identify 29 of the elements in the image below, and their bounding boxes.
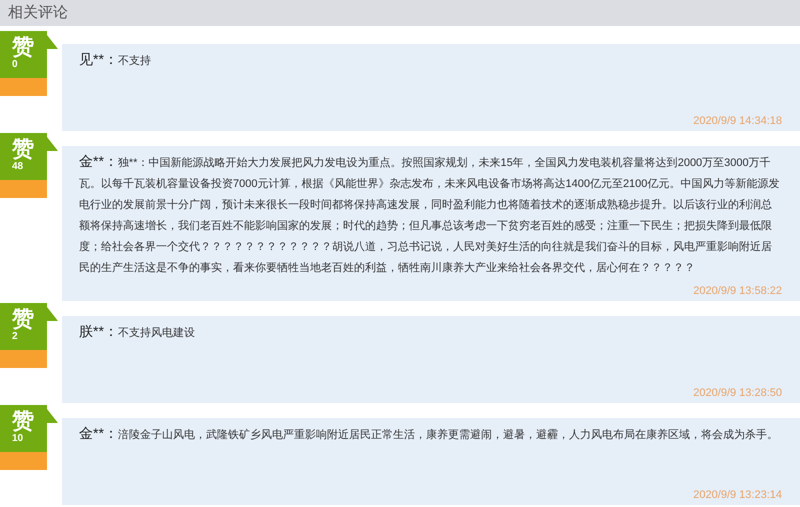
like-label: 赞 xyxy=(12,307,35,331)
comment-time: 2020/9/9 13:58:22 xyxy=(693,284,782,299)
comment-time: 2020/9/9 13:28:50 xyxy=(693,386,782,401)
section-title: 相关评论 xyxy=(8,2,68,23)
comment-text: 朕**：不支持风电建设 xyxy=(79,322,196,341)
badge-strip xyxy=(0,350,47,368)
like-badge[interactable]: 赞 0 xyxy=(0,31,47,78)
like-badge[interactable]: 赞 10 xyxy=(0,405,47,452)
like-label: 赞 xyxy=(12,137,35,161)
comment-time: 2020/9/9 14:34:18 xyxy=(693,114,782,129)
badge-strip xyxy=(0,180,47,198)
badge-strip xyxy=(0,452,47,470)
like-label: 赞 xyxy=(12,35,35,59)
badge-tail-icon xyxy=(47,35,58,49)
like-count: 48 xyxy=(12,161,24,173)
like-label: 赞 xyxy=(12,409,35,433)
badge-strip xyxy=(0,78,47,96)
comment-text: 金**：独**：中国新能源战略开始大力发展把风力发电设为重点。按照国家规划，未来15年，全国风力发电装机容量将达到2000万至3000万千瓦。以每千瓦装机容量设备投资7000元计算，根据《风能世界》杂志发布，未来风电设备市场将高达1400亿元至2100亿元。中国风力等新能源发电行业的发展前景十分广阔，预计未来很长一段时间都将保持高速发展，同时盈利能力也将随着技术的逐渐成熟稳步提升。以后该行业的利润总额将保持高速增长，我们老百姓不能影响国家的发展；时代的趋势；但凡事总该考虑一下贫穷老百姓的感受；注重一下民生；把损失降到最低限度；给社会各界一个交代？？？？？？？？？？？？胡说八道，习总书记说，人民对美好生活的向往就是我们奋斗的目标，风电严重影响附近居民的生产生活这是不争的事实，看来你要牺牲当地老百姓的利益，牺牲南川康养大产业来给社会各界交代，居心何在？？？？？ xyxy=(79,152,780,276)
comment-text: 见**：不支持 xyxy=(79,50,152,69)
like-badge[interactable]: 赞 48 xyxy=(0,133,47,180)
like-count: 2 xyxy=(12,331,19,343)
badge-tail-icon xyxy=(47,409,58,423)
comment-text: 金**：涪陵金子山风电，武隆铁矿乡风电严重影响附近居民正常生活，康养更需避闹，避暑，避霾，人力风电布局在康养区域，将会成为杀手。 xyxy=(79,424,779,443)
like-badge[interactable]: 赞 2 xyxy=(0,303,47,350)
like-count: 0 xyxy=(12,59,19,71)
like-count: 10 xyxy=(12,433,24,445)
badge-tail-icon xyxy=(47,307,58,321)
comment-time: 2020/9/9 13:23:14 xyxy=(693,488,782,503)
badge-tail-icon xyxy=(47,137,58,151)
